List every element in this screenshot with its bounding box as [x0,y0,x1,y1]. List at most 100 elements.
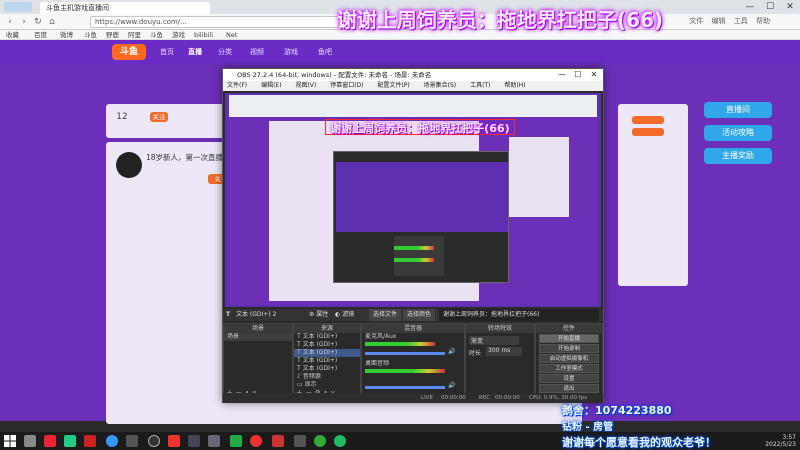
mixer-slider[interactable] [365,352,445,355]
back-icon[interactable]: ‹ [4,16,16,28]
follow-button[interactable]: 关注 [150,112,168,122]
taskbar-app-icon[interactable] [168,435,180,447]
bookmark-item[interactable]: 百度 [34,30,47,40]
system-clock[interactable]: 3:57 2022/5/23 [765,434,796,448]
transitions-header: 转场特效 [466,324,534,333]
mixer-meter [365,369,445,373]
obs-menu-edit[interactable]: 编辑(E) [261,82,281,89]
right-panel-badge[interactable] [632,128,664,136]
taskbar-app-icon[interactable] [250,435,262,447]
select-color-button[interactable]: 选择颜色 [403,309,436,321]
scenes-dock: 场景 场景 ＋ － ∧ ∨ [223,323,293,399]
live-label: LIVE [421,395,433,401]
bookmark-item[interactable]: 斗鱼 [150,30,163,40]
obs-menu-bar: 文件(F) 编辑(E) 视图(V) 停靠窗口(D) 配置文件(P) 场景集合(S… [223,81,603,91]
text-preview-field[interactable]: 谢谢上周饲养员：拖地界扛把子(66) [439,309,599,321]
nav-fishbar[interactable]: 鱼吧 [318,47,332,57]
bookmark-item[interactable]: 野鹿 [106,30,119,40]
source-name: 显示 [304,381,317,388]
bookmark-item[interactable]: 斗鱼 [84,30,97,40]
nav-home[interactable]: 首页 [160,47,174,57]
refresh-icon[interactable]: ↻ [32,16,44,28]
taskbar-app-icon[interactable] [230,435,242,447]
obs-menu-view[interactable]: 视图(V) [295,82,316,89]
taskbar-app-icon[interactable] [106,435,118,447]
mixer-track-name: 桌面音频 [365,360,390,367]
obs-close-icon[interactable]: ✕ [587,69,601,81]
site-nav: 斗鱼 首页 直播 分类 视频 游戏 鱼吧 [0,40,800,64]
preview-nested-obs [333,151,509,283]
nav-live[interactable]: 直播 [188,47,202,57]
start-streaming-button[interactable]: 开始直播 [539,334,599,343]
site-logo[interactable]: 斗鱼 [112,44,146,60]
bookmark-item[interactable]: 微博 [60,30,73,40]
duration-input[interactable]: 300 ms [486,347,522,356]
obs-menu-file[interactable]: 文件(F) [227,82,247,89]
taskbar-app-icon[interactable] [208,435,220,447]
tab-title: 斗鱼主机游戏直播间 [46,4,109,12]
taskbar-app-icon[interactable] [314,435,326,447]
bookmark-item[interactable]: 阿里 [128,30,141,40]
source-item[interactable]: T 文本 (GDI+) [294,357,360,365]
taskbar-app-icon[interactable] [272,435,284,447]
studio-mode-button[interactable]: 工作室模式 [539,364,599,373]
source-item[interactable]: T 文本 (GDI+) [294,333,360,341]
taskbar-app-icon[interactable] [64,435,76,447]
speaker-icon[interactable]: 🔊 [448,348,455,355]
start-recording-button[interactable]: 开始录制 [539,344,599,353]
side-button-reward[interactable]: 主播奖励 [704,148,772,164]
obs-minimize-icon[interactable]: — [555,69,569,81]
windows-start-icon[interactable] [4,435,16,447]
side-button-activity[interactable]: 活动攻略 [704,125,772,141]
home-icon[interactable]: ⌂ [46,16,58,28]
transitions-dock: 转场特效 渐变 时长 300 ms [465,323,535,399]
source-name: 文本 (GDI+) [302,341,338,348]
forward-icon[interactable]: › [18,16,30,28]
address-text: https://www.douyu.com/... [95,18,187,26]
right-panel-badge[interactable] [632,116,664,124]
mixer-slider[interactable] [365,386,445,389]
taskbar-app-icon[interactable] [126,435,138,447]
source-item[interactable]: T 文本 (GDI+) [294,365,360,373]
taskbar-app-icon[interactable] [188,435,200,447]
preview-nested-scene [336,162,508,232]
transition-select[interactable]: 渐变 [469,336,519,345]
obs-menu-tools[interactable]: 工具(T) [470,82,490,89]
scene-item[interactable]: 场景 [224,333,292,341]
sources-header: 来源 [294,324,360,333]
obs-menu-help[interactable]: 帮助(H) [504,82,525,89]
obs-maximize-icon[interactable]: ☐ [571,69,585,81]
select-file-button[interactable]: 选择文件 [369,309,402,321]
obs-menu-scene-collection[interactable]: 场景集合(S) [424,82,457,89]
obs-source-toolbar: T 文本 (GDI+) 2 ⚙ 属性 ◐ 滤镜 选择文件 选择颜色 谢谢上周饲养… [223,309,603,321]
follow-label: 关注 [152,113,166,121]
preview-nested-meter [394,258,434,262]
side-button-room[interactable]: 直播间 [704,102,772,118]
bookmark-item[interactable]: 收藏 [6,30,19,40]
bookmark-item[interactable]: 游戏 [172,30,185,40]
taskbar-app-icon[interactable] [24,435,36,447]
nav-video[interactable]: 视频 [250,47,264,57]
exit-button[interactable]: 退出 [539,384,599,393]
preview-overlay-title[interactable]: 谢谢上周饲养员：拖地界扛把子(66) [325,119,515,135]
speaker-icon[interactable]: 🔊 [448,382,455,389]
duration-label: 时长 [469,350,482,357]
taskbar-app-icon[interactable] [334,435,346,447]
taskbar-app-icon[interactable] [294,435,306,447]
obs-menu-profile[interactable]: 配置文件(P) [377,82,409,89]
taskbar-obs-icon[interactable] [148,435,160,447]
settings-button[interactable]: 设置 [539,374,599,383]
obs-menu-docks[interactable]: 停靠窗口(D) [330,82,363,89]
nav-game[interactable]: 游戏 [284,47,298,57]
filters-button[interactable]: ◐ 滤镜 [335,309,354,321]
browser-tab[interactable]: 斗鱼主机游戏直播间 [40,2,210,14]
source-item[interactable]: T 文本 (GDI+) [294,349,360,357]
obs-preview[interactable]: 谢谢上周饲养员：拖地界扛把子(66) [225,93,601,307]
properties-button[interactable]: ⚙ 属性 [309,309,328,321]
source-item[interactable]: ♪ 音频源 [294,373,360,381]
source-item[interactable]: T 文本 (GDI+) [294,341,360,349]
taskbar-app-icon[interactable] [44,435,56,447]
taskbar-app-icon[interactable] [84,435,96,447]
nav-category[interactable]: 分类 [218,47,232,57]
virtual-camera-button[interactable]: 启动虚拟摄像机 [539,354,599,363]
